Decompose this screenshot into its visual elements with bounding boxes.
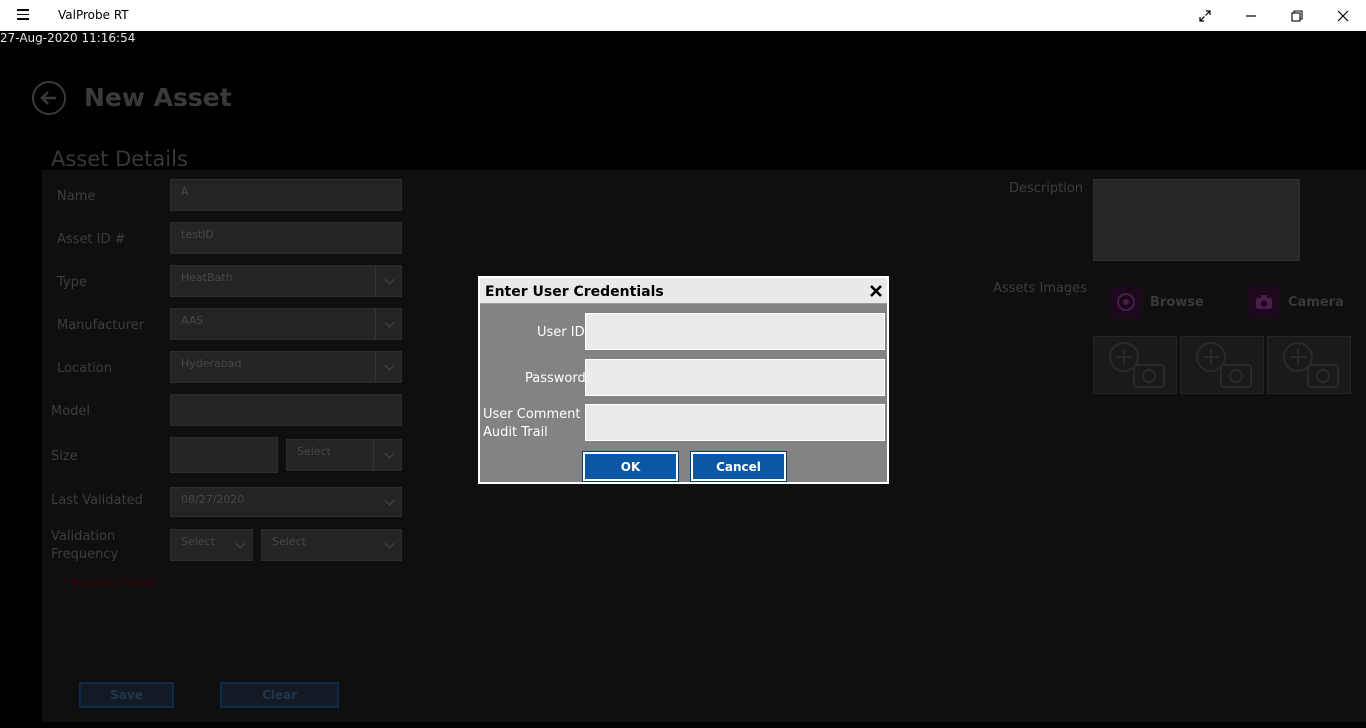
clear-button[interactable]: Clear xyxy=(220,682,339,708)
name-label: Name xyxy=(57,189,96,204)
validation-frequency-number-dropdown[interactable]: Select xyxy=(170,529,253,561)
add-photo-icon xyxy=(1196,342,1252,388)
last-validated-label: Last Validated xyxy=(51,493,143,508)
user-id-label: User ID xyxy=(537,325,585,340)
restore-button[interactable] xyxy=(1274,0,1320,31)
password-label: Password xyxy=(525,371,586,386)
aperture-icon xyxy=(1110,286,1142,318)
browse-button[interactable]: Browse xyxy=(1110,286,1204,318)
chevron-down-icon xyxy=(384,274,395,285)
last-validated-value: 08/27/2020 xyxy=(181,493,245,506)
section-title: Asset Details xyxy=(51,147,188,171)
user-comment-label-line1: User Comment - xyxy=(483,407,590,422)
type-dropdown[interactable]: HeatBath xyxy=(170,265,402,297)
type-value: HeatBath xyxy=(181,271,233,284)
timestamp: 27-Aug-2020 11:16:54 xyxy=(0,31,136,45)
close-window-button[interactable] xyxy=(1320,0,1366,31)
validation-frequency-unit-dropdown[interactable]: Select xyxy=(261,529,402,561)
size-label: Size xyxy=(51,449,78,464)
dialog-close-button[interactable] xyxy=(867,282,885,300)
location-label: Location xyxy=(57,361,112,376)
chevron-down-icon xyxy=(235,538,246,549)
location-value: Hyderabad xyxy=(181,357,242,370)
asset-id-label: Asset ID # xyxy=(57,232,126,247)
name-input[interactable]: A xyxy=(170,179,402,211)
chevron-down-icon xyxy=(384,360,395,371)
image-slot[interactable] xyxy=(1180,336,1264,394)
model-input[interactable] xyxy=(170,394,402,426)
chevron-down-icon xyxy=(384,317,395,328)
size-input[interactable] xyxy=(170,437,278,473)
title-bar: ValProbe RT xyxy=(0,0,1366,31)
required-fields-note: * Required Fields xyxy=(62,576,155,589)
user-comment-input[interactable] xyxy=(585,404,885,441)
validation-frequency-number-value: Select xyxy=(181,535,215,548)
arrow-left-icon xyxy=(40,91,56,105)
dialog-title: Enter User Credentials xyxy=(485,284,664,300)
chevron-down-icon xyxy=(384,538,395,549)
size-unit-value: Select xyxy=(297,445,331,458)
app-title: ValProbe RT xyxy=(58,8,129,22)
ok-button[interactable]: OK xyxy=(582,451,679,482)
image-slot[interactable] xyxy=(1093,336,1177,394)
camera-icon xyxy=(1248,286,1280,318)
chevron-down-icon xyxy=(384,448,395,459)
minimize-icon xyxy=(1246,14,1256,17)
model-label: Model xyxy=(51,404,91,419)
size-unit-dropdown[interactable]: Select xyxy=(286,439,402,471)
fullscreen-button[interactable] xyxy=(1182,0,1228,31)
back-button[interactable] xyxy=(32,81,66,115)
type-label: Type xyxy=(57,275,87,290)
validation-frequency-unit-value: Select xyxy=(272,535,306,548)
save-button[interactable]: Save xyxy=(79,682,174,708)
cancel-button[interactable]: Cancel xyxy=(690,451,787,482)
location-dropdown[interactable]: Hyderabad xyxy=(170,351,402,383)
browse-label: Browse xyxy=(1150,294,1204,310)
user-id-input[interactable] xyxy=(585,313,885,350)
assets-images-label: Assets Images xyxy=(993,281,1087,296)
chevron-down-icon xyxy=(384,495,395,506)
description-input[interactable] xyxy=(1093,179,1300,261)
last-validated-datepicker[interactable]: 08/27/2020 xyxy=(170,487,402,517)
validation-frequency-label-line2: Frequency xyxy=(51,547,119,562)
password-input[interactable] xyxy=(585,359,885,396)
add-photo-icon xyxy=(1283,342,1339,388)
expand-icon xyxy=(1199,9,1211,22)
dialog-header: Enter User Credentials xyxy=(480,278,887,304)
manufacturer-label: Manufacturer xyxy=(57,318,145,333)
minimize-button[interactable] xyxy=(1228,0,1274,31)
manufacturer-value: AAS xyxy=(181,314,204,327)
validation-frequency-label-line1: Validation xyxy=(51,529,116,544)
image-slot[interactable] xyxy=(1267,336,1351,394)
menu-icon[interactable] xyxy=(17,9,29,21)
add-photo-icon xyxy=(1109,342,1165,388)
manufacturer-dropdown[interactable]: AAS xyxy=(170,308,402,340)
user-comment-label-line2: Audit Trail xyxy=(483,425,548,440)
asset-id-input[interactable]: testID xyxy=(170,222,402,254)
camera-label: Camera xyxy=(1288,294,1344,310)
camera-button[interactable]: Camera xyxy=(1248,286,1344,318)
close-icon xyxy=(1337,10,1349,21)
page-title: New Asset xyxy=(84,83,232,112)
restore-icon xyxy=(1291,9,1303,22)
close-icon xyxy=(870,285,882,297)
description-label: Description xyxy=(1009,181,1084,196)
credentials-dialog: Enter User Credentials User ID Password … xyxy=(478,276,889,484)
